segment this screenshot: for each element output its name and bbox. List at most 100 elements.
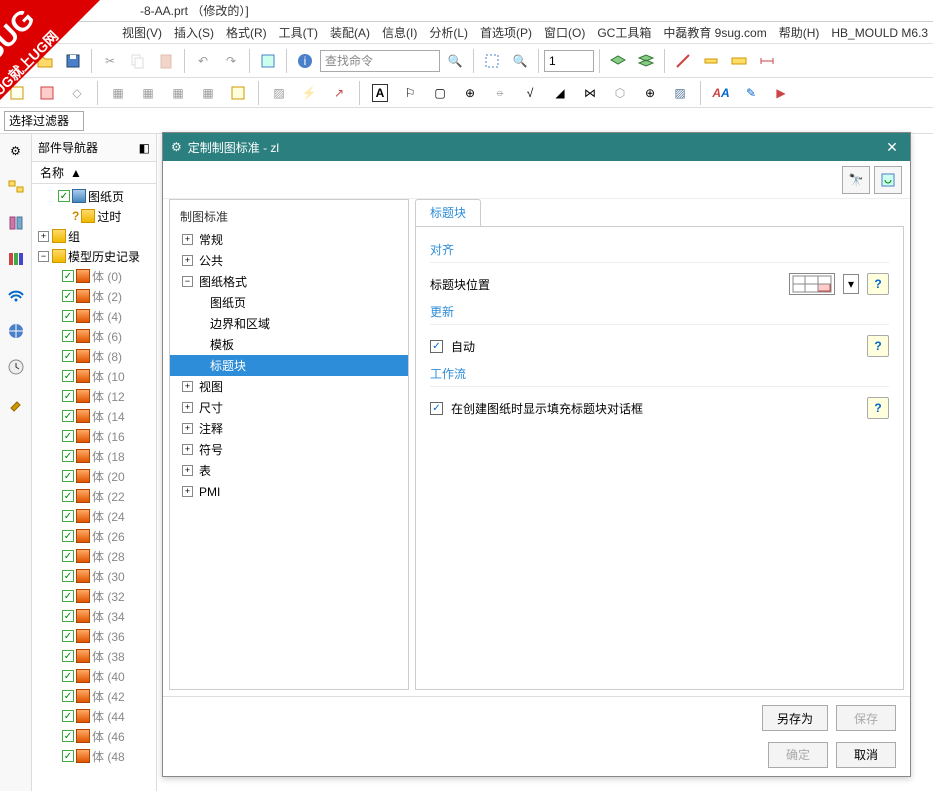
menu-tools[interactable]: 工具(T): [277, 24, 320, 41]
tree-item[interactable]: +视图: [170, 376, 408, 397]
tree-item[interactable]: +注释: [170, 418, 408, 439]
flag-icon[interactable]: ⚐: [397, 80, 423, 106]
menu-analysis[interactable]: 分析(L): [427, 24, 470, 41]
arrow-icon[interactable]: ↗: [326, 80, 352, 106]
view2-icon[interactable]: ▦: [135, 80, 161, 106]
wifi-icon[interactable]: [5, 284, 27, 306]
sym5-icon[interactable]: ⬡: [607, 80, 633, 106]
tree-body-row[interactable]: ✓体 (40: [32, 666, 156, 686]
asm-icon[interactable]: [5, 212, 27, 234]
tree-body-row[interactable]: ✓体 (38: [32, 646, 156, 666]
layer2-icon[interactable]: [633, 48, 659, 74]
dim-icon[interactable]: [754, 48, 780, 74]
info-icon[interactable]: i: [292, 48, 318, 74]
help-icon[interactable]: ?: [867, 397, 889, 419]
tree-body-row[interactable]: ✓体 (32: [32, 586, 156, 606]
tool-icon[interactable]: [5, 392, 27, 414]
tree-body-row[interactable]: ✓体 (16: [32, 426, 156, 446]
tree-body-row[interactable]: ✓体 (14: [32, 406, 156, 426]
auto-checkbox[interactable]: ✓: [430, 340, 443, 353]
tree-body-row[interactable]: ✓体 (6): [32, 326, 156, 346]
magnify-icon[interactable]: ⊕: [457, 80, 483, 106]
help-icon[interactable]: ?: [867, 335, 889, 357]
tree-body-row[interactable]: ✓体 (18: [32, 446, 156, 466]
save-icon[interactable]: [60, 48, 86, 74]
ok-button[interactable]: 确定: [768, 742, 828, 768]
tree-body-row[interactable]: ✓体 (20: [32, 466, 156, 486]
undo-icon[interactable]: ↶: [190, 48, 216, 74]
redo-icon[interactable]: ↷: [218, 48, 244, 74]
tree-body-row[interactable]: ✓体 (10: [32, 366, 156, 386]
saveas-button[interactable]: 另存为: [762, 705, 828, 731]
books-icon[interactable]: [5, 248, 27, 270]
view3-icon[interactable]: ▦: [165, 80, 191, 106]
help-icon[interactable]: ?: [867, 273, 889, 295]
menu-preferences[interactable]: 首选项(P): [478, 24, 534, 41]
measure3-icon[interactable]: [726, 48, 752, 74]
menu-info[interactable]: 信息(I): [380, 24, 419, 41]
break-icon[interactable]: ⚡: [296, 80, 322, 106]
cancel-button[interactable]: 取消: [836, 742, 896, 768]
sheet-icon[interactable]: [4, 80, 30, 106]
tree-body-row[interactable]: ✓体 (34: [32, 606, 156, 626]
fit-icon[interactable]: [479, 48, 505, 74]
tree-body-row[interactable]: ✓体 (26: [32, 526, 156, 546]
tree-item[interactable]: +表: [170, 460, 408, 481]
tree-body-row[interactable]: ✓体 (4): [32, 306, 156, 326]
view1-icon[interactable]: ▦: [105, 80, 131, 106]
close-icon[interactable]: ✕: [882, 139, 902, 156]
tree-body-row[interactable]: ✓体 (28: [32, 546, 156, 566]
measure2-icon[interactable]: [698, 48, 724, 74]
tree-body-row[interactable]: ✓体 (30: [32, 566, 156, 586]
tree-item[interactable]: +符号: [170, 439, 408, 460]
tree-item[interactable]: +常规: [170, 229, 408, 250]
tree-body-row[interactable]: ✓体 (44: [32, 706, 156, 726]
eraser-icon[interactable]: ◇: [64, 80, 90, 106]
copy-icon[interactable]: [125, 48, 151, 74]
sym1-icon[interactable]: ⦵: [487, 80, 513, 106]
hatch2-icon[interactable]: ▨: [667, 80, 693, 106]
save-button[interactable]: 保存: [836, 705, 896, 731]
tree-item[interactable]: +尺寸: [170, 397, 408, 418]
menu-window[interactable]: 窗口(O): [542, 24, 587, 41]
menu-gc[interactable]: GC工具箱: [595, 24, 653, 41]
tree-item[interactable]: 标题块: [170, 355, 408, 376]
view5-icon[interactable]: [225, 80, 251, 106]
nav-icon[interactable]: [5, 176, 27, 198]
sym2-icon[interactable]: √: [517, 80, 543, 106]
cut-icon[interactable]: ✂: [97, 48, 123, 74]
tree-body-row[interactable]: ✓体 (8): [32, 346, 156, 366]
edit-text-icon[interactable]: ✎: [738, 80, 764, 106]
tree-body-row[interactable]: ✓体 (46: [32, 726, 156, 746]
tree-body-row[interactable]: ✓体 (24: [32, 506, 156, 526]
search-icon[interactable]: 🔍: [442, 48, 468, 74]
scale-combo[interactable]: 1: [544, 50, 594, 72]
tree-body-row[interactable]: ✓体 (0): [32, 266, 156, 286]
menu-format[interactable]: 格式(R): [224, 24, 269, 41]
sheet-refresh-icon[interactable]: [874, 166, 902, 194]
props-icon[interactable]: [255, 48, 281, 74]
tree-body-row[interactable]: ✓体 (42: [32, 686, 156, 706]
hatch-icon[interactable]: ▨: [266, 80, 292, 106]
paste-icon[interactable]: [153, 48, 179, 74]
search-command[interactable]: 查找命令: [320, 50, 440, 72]
box-icon[interactable]: ▢: [427, 80, 453, 106]
nav-col-name[interactable]: 名称: [40, 164, 64, 181]
tree-body-row[interactable]: ✓体 (36: [32, 626, 156, 646]
filter-select[interactable]: 选择过滤器: [4, 111, 84, 131]
menu-hbmould[interactable]: HB_MOULD M6.3: [829, 26, 930, 40]
tree-item[interactable]: 模板: [170, 334, 408, 355]
tree-item[interactable]: 图纸页: [170, 292, 408, 313]
zoom-icon[interactable]: 🔍: [507, 48, 533, 74]
tree-item[interactable]: +PMI: [170, 481, 408, 502]
sheet2-icon[interactable]: [34, 80, 60, 106]
tab-titleblock[interactable]: 标题块: [415, 199, 481, 226]
tree-body-row[interactable]: ✓体 (12: [32, 386, 156, 406]
open-icon[interactable]: [32, 48, 58, 74]
menu-insert[interactable]: 插入(S): [172, 24, 216, 41]
globe-icon[interactable]: [5, 320, 27, 342]
nav-pin-icon[interactable]: ◧: [139, 141, 150, 155]
binoculars-icon[interactable]: 🔭: [842, 166, 870, 194]
position-combo[interactable]: [789, 273, 835, 295]
tree-body-row[interactable]: ✓体 (22: [32, 486, 156, 506]
